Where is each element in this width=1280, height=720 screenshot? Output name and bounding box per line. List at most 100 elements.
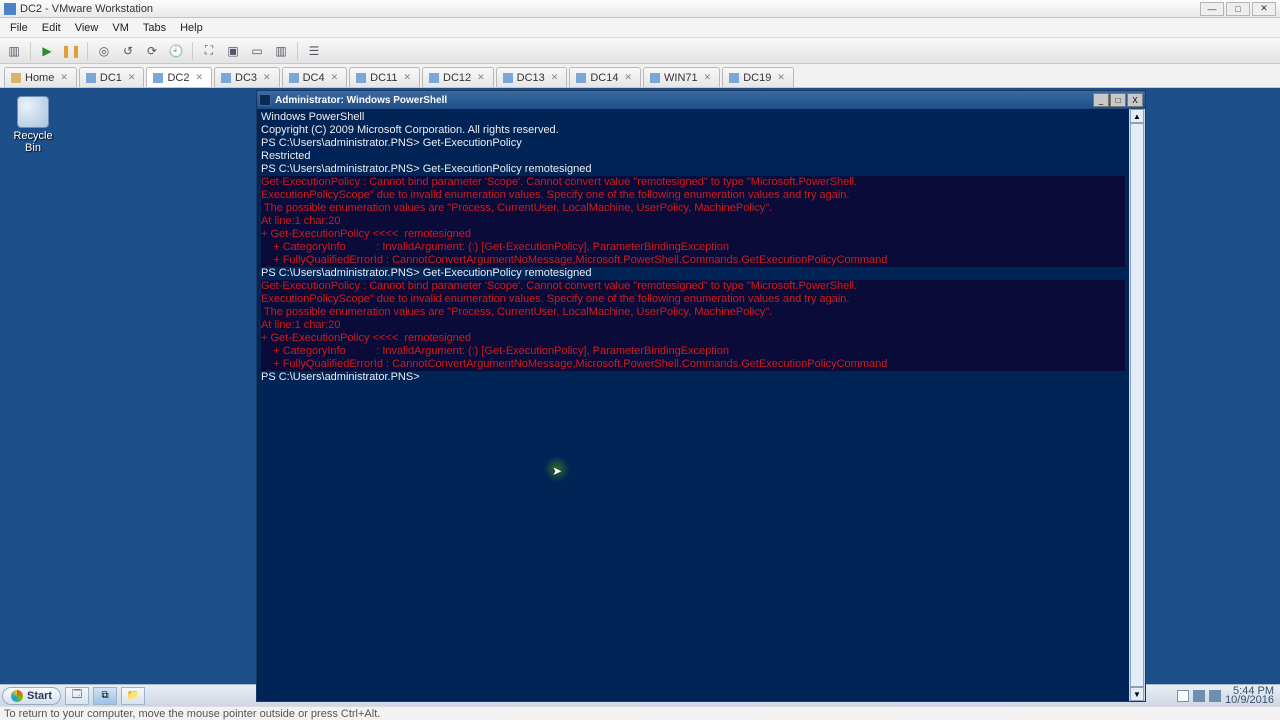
power-on-icon[interactable]: ▶	[37, 41, 57, 61]
tab-label: DC2	[167, 72, 189, 84]
close-icon[interactable]: ✕	[704, 72, 712, 83]
tab-dc4[interactable]: DC4 ✕	[282, 67, 348, 87]
suspend-icon[interactable]: ❚❚	[61, 41, 81, 61]
console-line: + Get-ExecutionPolicy <<<< remotesigned	[261, 332, 1125, 345]
tab-label: DC12	[443, 72, 471, 84]
scroll-up-icon[interactable]: ▲	[1130, 109, 1144, 123]
tray-clock[interactable]: 5:44 PM 10/9/2016	[1225, 687, 1274, 705]
powershell-titlebar[interactable]: Administrator: Windows PowerShell _ □ X	[257, 91, 1145, 109]
snapshot-revert-icon[interactable]: ↺	[118, 41, 138, 61]
close-icon[interactable]: ✕	[60, 72, 68, 83]
vm-icon	[503, 73, 513, 83]
menu-help[interactable]: Help	[174, 20, 209, 36]
vm-icon	[429, 73, 439, 83]
clock-date: 10/9/2016	[1225, 696, 1274, 705]
taskbar-server-manager-icon[interactable]: 🗔	[65, 687, 89, 705]
tab-label: Home	[25, 72, 54, 84]
start-label: Start	[27, 690, 52, 702]
console-line: ExecutionPolicyScope" due to invalid enu…	[261, 189, 1125, 202]
console-line: Restricted	[261, 150, 1125, 163]
tab-dc2[interactable]: DC2 ✕	[146, 67, 212, 87]
tab-label: DC1	[100, 72, 122, 84]
ps-maximize-button[interactable]: □	[1110, 93, 1126, 107]
tab-dc11[interactable]: DC11 ✕	[349, 67, 420, 87]
tab-dc3[interactable]: DC3✕	[214, 67, 280, 87]
close-icon[interactable]: ✕	[777, 72, 785, 83]
menu-file[interactable]: File	[4, 20, 34, 36]
console-line: The possible enumeration values are "Pro…	[261, 306, 1125, 319]
close-icon[interactable]: ✕	[624, 72, 632, 83]
console-line: Get-ExecutionPolicy : Cannot bind parame…	[261, 176, 1125, 189]
tab-dc1[interactable]: DC1 ✕	[79, 67, 145, 87]
close-icon[interactable]: ✕	[477, 72, 485, 83]
tab-dc12[interactable]: DC12 ✕	[422, 67, 494, 87]
console-line: Copyright (C) 2009 Microsoft Corporation…	[261, 124, 1125, 137]
vm-icon	[289, 73, 299, 83]
host-minimize-button[interactable]: —	[1200, 2, 1224, 16]
close-icon[interactable]: ✕	[263, 72, 271, 83]
powershell-title: Administrator: Windows PowerShell	[275, 95, 1092, 106]
menu-tabs[interactable]: Tabs	[137, 20, 172, 36]
snapshot-manage-icon[interactable]: ⟳	[142, 41, 162, 61]
tab-label: DC11	[370, 72, 397, 84]
tab-dc19[interactable]: DC19✕	[722, 67, 794, 87]
taskbar-powershell-icon[interactable]: ⧉	[93, 687, 117, 705]
tray-sound-icon[interactable]	[1209, 690, 1221, 702]
toolbar: ▥ ▶ ❚❚ ◎ ↺ ⟳ 🕘 ⛶ ▣ ▭ ▥ ☰	[0, 38, 1280, 64]
scroll-down-icon[interactable]: ▼	[1130, 687, 1144, 701]
scrollbar-thumb[interactable]	[1130, 123, 1144, 687]
fullscreen-icon[interactable]: ⛶	[199, 41, 219, 61]
menu-view[interactable]: View	[69, 20, 105, 36]
toolbar-separator	[30, 42, 31, 60]
console-line: PS C:\Users\administrator.PNS>	[261, 371, 1125, 384]
snapshot-take-icon[interactable]: ◎	[94, 41, 114, 61]
close-icon[interactable]: ✕	[128, 72, 136, 83]
system-tray[interactable]: 5:44 PM 10/9/2016	[1177, 687, 1278, 705]
toolbar-library-icon[interactable]: ▥	[4, 41, 24, 61]
vm-icon	[356, 73, 366, 83]
close-icon[interactable]: ✕	[195, 72, 203, 83]
toolbar-separator	[192, 42, 193, 60]
ps-minimize-button[interactable]: _	[1093, 93, 1109, 107]
vm-icon	[86, 73, 96, 83]
close-icon[interactable]: ✕	[403, 72, 411, 83]
tab-label: DC4	[303, 72, 325, 84]
guest-desktop[interactable]: Recycle Bin Administrator: Windows Power…	[0, 88, 1280, 684]
console-line: PS C:\Users\administrator.PNS> Get-Execu…	[261, 267, 1125, 280]
scrollbar[interactable]: ▲ ▼	[1129, 109, 1145, 701]
console-line: + FullyQualifiedErrorId : CannotConvertA…	[261, 254, 1125, 267]
tab-home[interactable]: Home ✕	[4, 67, 77, 87]
host-maximize-button[interactable]: □	[1226, 2, 1250, 16]
tray-network-icon[interactable]	[1193, 690, 1205, 702]
taskbar-explorer-icon[interactable]: 📁	[121, 687, 145, 705]
menu-vm[interactable]: VM	[106, 20, 135, 36]
ps-close-button[interactable]: X	[1127, 93, 1143, 107]
scrollbar-track[interactable]	[1130, 123, 1144, 687]
console-line: + Get-ExecutionPolicy <<<< remotesigned	[261, 228, 1125, 241]
console-line: Get-ExecutionPolicy : Cannot bind parame…	[261, 280, 1125, 293]
recycle-bin[interactable]: Recycle Bin	[8, 96, 58, 154]
console-line: Windows PowerShell	[261, 111, 1125, 124]
host-close-button[interactable]: ✕	[1252, 2, 1276, 16]
thumbnail-bar-icon[interactable]: ☰	[304, 41, 324, 61]
powershell-window[interactable]: Administrator: Windows PowerShell _ □ X …	[256, 90, 1146, 702]
host-statusbar: To return to your computer, move the mou…	[0, 706, 1280, 720]
start-button[interactable]: Start	[2, 687, 61, 705]
tab-dc13[interactable]: DC13✕	[496, 67, 568, 87]
host-titlebar[interactable]: DC2 - VMware Workstation — □ ✕	[0, 0, 1280, 18]
tab-win71[interactable]: WIN71✕	[643, 67, 720, 87]
powershell-console[interactable]: Windows PowerShellCopyright (C) 2009 Mic…	[257, 109, 1129, 701]
multi-monitor-icon[interactable]: ▥	[271, 41, 291, 61]
recycle-bin-icon	[17, 96, 49, 128]
console-view-icon[interactable]: ▭	[247, 41, 267, 61]
tab-dc14[interactable]: DC14✕	[569, 67, 641, 87]
snapshot-clock-icon[interactable]: 🕘	[166, 41, 186, 61]
menu-edit[interactable]: Edit	[36, 20, 67, 36]
close-icon[interactable]: ✕	[331, 72, 339, 83]
tray-flag-icon[interactable]	[1177, 690, 1189, 702]
vm-tab-bar: Home✕ DC1✕DC2✕DC3✕DC4✕DC11✕DC12✕DC13✕DC1…	[0, 64, 1280, 88]
vm-icon	[650, 73, 660, 83]
unity-icon[interactable]: ▣	[223, 41, 243, 61]
console-line: ExecutionPolicyScope" due to invalid enu…	[261, 293, 1125, 306]
close-icon[interactable]: ✕	[551, 72, 559, 83]
